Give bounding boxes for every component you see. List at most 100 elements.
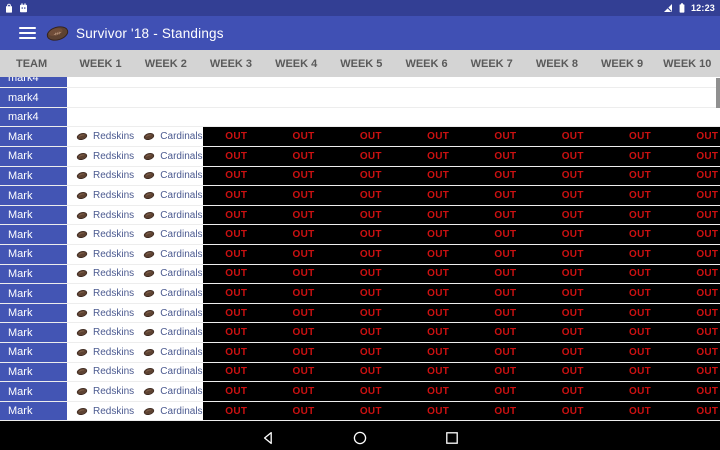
menu-icon[interactable]: [19, 27, 36, 39]
team-cell: mark4: [0, 88, 68, 107]
football-icon: [144, 270, 155, 278]
pick-cell: Cardinals: [135, 225, 203, 245]
out-label: OUT: [225, 386, 248, 397]
pick-label: Redskins: [93, 307, 135, 319]
empty-cell: [269, 107, 338, 127]
pick-label: Cardinals: [160, 268, 203, 280]
pick-label: Redskins: [93, 190, 135, 202]
out-cell: OUT: [606, 382, 674, 401]
out-cell: OUT: [606, 166, 674, 186]
out-cell: OUT: [404, 323, 472, 343]
empty-cell: [68, 107, 136, 127]
out-cell: OUT: [539, 166, 607, 186]
out-cell: OUT: [673, 284, 720, 303]
table-row[interactable]: Mark Redskins Cardinals OUT OUT OUT OUT OUT OUT O…: [0, 343, 720, 363]
out-cell: OUT: [404, 166, 472, 186]
out-label: OUT: [225, 150, 248, 162]
table-row[interactable]: mark4: [0, 77, 720, 89]
out-cell: OUT: [337, 186, 405, 205]
week-header: WEEK 4: [275, 57, 318, 70]
out-cell: OUT: [471, 186, 540, 205]
table-row[interactable]: Mark Redskins Cardinals OUT OUT OUT OUT OUT OUT O…: [0, 225, 720, 246]
out-cell: OUT: [404, 147, 472, 166]
table-row[interactable]: mark4: [0, 107, 720, 128]
table-row[interactable]: Mark Redskins Cardinals OUT OUT OUT OUT OUT OUT O…: [0, 147, 720, 167]
table-row[interactable]: Mark Redskins Cardinals OUT OUT OUT OUT OUT OUT O…: [0, 127, 720, 148]
out-cell: OUT: [539, 245, 607, 264]
empty-cell: [606, 88, 674, 107]
out-cell: OUT: [471, 401, 540, 421]
recents-button[interactable]: [445, 431, 459, 445]
table-row[interactable]: Mark Redskins Cardinals OUT OUT OUT OUT OUT OUT O…: [0, 323, 720, 344]
out-label: OUT: [225, 248, 248, 260]
out-cell: OUT: [337, 225, 405, 245]
out-label: OUT: [359, 248, 382, 260]
football-icon: [76, 211, 88, 219]
team-cell: Mark: [0, 303, 68, 323]
team-cell: Mark: [0, 382, 68, 401]
table-row[interactable]: Mark Redskins Cardinals OUT OUT OUT OUT OUT OUT O…: [0, 245, 720, 265]
out-label: OUT: [494, 248, 517, 260]
pick-label: Redskins: [93, 229, 135, 241]
pick-label: Redskins: [93, 386, 135, 397]
table-row[interactable]: Mark Redskins Cardinals OUT OUT OUT OUT OUT OUT O…: [0, 205, 720, 226]
out-cell: OUT: [269, 382, 338, 401]
out-label: OUT: [629, 327, 652, 339]
out-label: OUT: [292, 248, 315, 260]
back-button[interactable]: [261, 431, 275, 445]
out-cell: OUT: [606, 323, 674, 343]
table-row[interactable]: Mark Redskins Cardinals OUT OUT OUT OUT OUT OUT O…: [0, 284, 720, 304]
out-cell: OUT: [337, 284, 405, 303]
out-label: OUT: [696, 307, 719, 319]
empty-cell: [269, 88, 338, 107]
pick-label: Cardinals: [160, 386, 203, 397]
out-cell: OUT: [471, 127, 540, 147]
out-label: OUT: [427, 268, 450, 280]
football-icon: [144, 211, 155, 219]
home-button[interactable]: [353, 431, 367, 445]
football-icon: [144, 290, 155, 297]
team-column-header: TEAM: [16, 57, 48, 70]
pick-cell: Cardinals: [135, 147, 203, 166]
empty-cell: [673, 77, 720, 88]
scrollbar-thumb[interactable]: [716, 78, 720, 108]
out-label: OUT: [696, 229, 719, 241]
table-row[interactable]: Mark Redskins Cardinals OUT OUT OUT OUT OUT OUT O…: [0, 264, 720, 285]
football-icon: [76, 348, 88, 356]
out-cell: OUT: [202, 303, 270, 323]
empty-cell: [673, 88, 720, 107]
table-row[interactable]: Mark Redskins Cardinals OUT OUT OUT OUT OUT OUT O…: [0, 382, 720, 402]
pick-cell: Cardinals: [135, 166, 203, 186]
table-row[interactable]: Mark Redskins Cardinals OUT OUT OUT OUT OUT OUT O…: [0, 362, 720, 383]
pick-cell: Redskins: [68, 205, 136, 225]
out-label: OUT: [629, 307, 652, 319]
out-label: OUT: [561, 150, 584, 162]
table-row[interactable]: Mark Redskins Cardinals OUT OUT OUT OUT OUT OUT O…: [0, 303, 720, 324]
out-label: OUT: [696, 288, 719, 300]
table-row[interactable]: mark4: [0, 88, 720, 108]
standings-rows: mark4 mark4 mark4 Mark Redskins Cardinals OUT O…: [0, 77, 720, 422]
out-cell: OUT: [269, 225, 338, 245]
out-cell: OUT: [337, 127, 405, 147]
table-row[interactable]: Mark Redskins Cardinals OUT OUT OUT OUT OUT OUT O…: [0, 186, 720, 206]
pick-label: Redskins: [93, 405, 135, 417]
out-label: OUT: [494, 327, 517, 339]
table-row[interactable]: Mark Redskins Cardinals OUT OUT OUT OUT OUT OUT O…: [0, 166, 720, 187]
football-icon: [144, 250, 155, 258]
pick-label: Cardinals: [160, 327, 203, 339]
out-cell: OUT: [471, 166, 540, 186]
standings-list[interactable]: mark4 mark4 mark4 Mark Redskins Cardinals OUT O…: [0, 77, 720, 422]
football-icon: [144, 388, 155, 395]
football-icon: [144, 329, 155, 337]
notification-calendar-icon: [20, 3, 27, 13]
out-cell: OUT: [673, 362, 720, 382]
out-cell: OUT: [404, 284, 472, 303]
out-cell: OUT: [673, 245, 720, 264]
pick-label: Cardinals: [160, 209, 203, 221]
out-label: OUT: [225, 190, 248, 202]
out-cell: OUT: [202, 147, 270, 166]
table-row[interactable]: Mark Redskins Cardinals OUT OUT OUT OUT OUT OUT O…: [0, 401, 720, 422]
pick-label: Redskins: [93, 170, 135, 182]
out-cell: OUT: [269, 245, 338, 264]
pick-label: Cardinals: [160, 131, 203, 143]
